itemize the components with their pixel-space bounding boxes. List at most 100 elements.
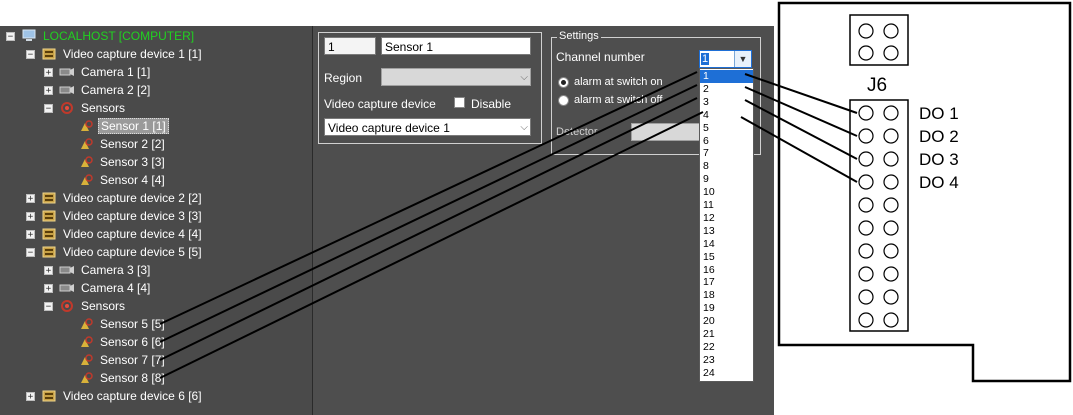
alarm-off-radio[interactable] [558, 95, 569, 106]
tree-node-s7[interactable]: Sensor 7 [7] [78, 351, 167, 369]
region-select[interactable]: ⌵ [381, 68, 531, 86]
detector-field[interactable] [631, 123, 701, 141]
alarm-on-radio[interactable] [558, 77, 569, 88]
tree-node-sensors1[interactable]: − Sensors [44, 99, 127, 117]
tree-node-vcd1[interactable]: − Video capture device 1 [1] [26, 45, 204, 63]
expand-icon[interactable]: + [44, 283, 53, 293]
sensor-icon [78, 371, 94, 385]
tree-node-cam2[interactable]: + Camera 2 [2] [44, 81, 152, 99]
tree-label: Video capture device 6 [6] [63, 389, 202, 403]
collapse-icon[interactable]: − [26, 247, 35, 257]
channel-option[interactable]: 9 [700, 173, 753, 186]
channel-option[interactable]: 2 [700, 83, 753, 96]
pin-icon [858, 174, 874, 190]
tree-node-cam1[interactable]: + Camera 1 [1] [44, 63, 152, 81]
tree-label: Camera 4 [4] [81, 281, 151, 295]
pin-icon [883, 128, 899, 144]
capture-card-icon [41, 245, 57, 259]
channel-option[interactable]: 7 [700, 147, 753, 160]
pin-icon [858, 105, 874, 121]
vcd-label: Video capture device [324, 97, 436, 111]
pin-icon [858, 45, 874, 61]
channel-option[interactable]: 14 [700, 238, 753, 251]
expand-icon[interactable]: + [26, 193, 35, 203]
disable-checkbox[interactable] [454, 97, 465, 108]
tree-node-vcd4[interactable]: + Video capture device 4 [4] [26, 225, 204, 243]
expand-icon[interactable]: + [44, 85, 53, 95]
channel-option[interactable]: 21 [700, 328, 753, 341]
tree-label: Video capture device 5 [5] [63, 245, 202, 259]
disable-label: Disable [471, 97, 512, 111]
expand-icon[interactable]: + [26, 391, 35, 401]
tree-node-sensors2[interactable]: − Sensors [44, 297, 127, 315]
channel-dropdown-list[interactable]: 1 2 3 4 5 6 7 8 9 10 11 12 13 14 15 16 17 18 19 20 21 22 23 24 [699, 68, 754, 382]
tree-node-vcd3[interactable]: + Video capture device 3 [3] [26, 207, 204, 225]
tree-node-vcd2[interactable]: + Video capture device 2 [2] [26, 189, 204, 207]
pin-icon [883, 243, 899, 259]
pin-icon [858, 289, 874, 305]
pin-icon [858, 151, 874, 167]
tree-node-cam3[interactable]: + Camera 3 [3] [44, 261, 152, 279]
channel-option[interactable]: 24 [700, 367, 753, 380]
channel-option[interactable]: 4 [700, 109, 753, 122]
tree-node-vcd5[interactable]: − Video capture device 5 [5] [26, 243, 204, 261]
channel-option[interactable]: 18 [700, 289, 753, 302]
vcd-select[interactable]: Video capture device 1 ⌵ [324, 118, 531, 136]
tree-node-s5[interactable]: Sensor 5 [5] [78, 315, 167, 333]
collapse-icon[interactable]: − [44, 103, 53, 113]
channel-option[interactable]: 22 [700, 341, 753, 354]
pin-icon [883, 45, 899, 61]
tree-node-s4[interactable]: Sensor 4 [4] [78, 171, 167, 189]
j6-pins [858, 105, 899, 328]
pin-icon [858, 312, 874, 328]
channel-option[interactable]: 1 [700, 70, 753, 83]
channel-number-label: Channel number [556, 50, 645, 64]
channel-option[interactable]: 19 [700, 302, 753, 315]
device-tree: − LOCALHOST [COMPUTER] − Video capture d… [0, 26, 313, 415]
channel-option[interactable]: 6 [700, 135, 753, 148]
tree-node-s8[interactable]: Sensor 8 [8] [78, 369, 167, 387]
channel-option[interactable]: 3 [700, 96, 753, 109]
collapse-icon[interactable]: − [6, 31, 15, 41]
channel-option[interactable]: 13 [700, 225, 753, 238]
pin-icon [883, 151, 899, 167]
vcd-select-value: Video capture device 1 [328, 121, 450, 135]
channel-option[interactable]: 10 [700, 186, 753, 199]
channel-option[interactable]: 15 [700, 251, 753, 264]
chevron-down-icon[interactable]: ▼ [734, 51, 751, 67]
expand-icon[interactable]: + [44, 265, 53, 275]
pin-icon [883, 174, 899, 190]
channel-number-select[interactable]: 1 ▼ [699, 50, 752, 68]
tree-node-s2[interactable]: Sensor 2 [2] [78, 135, 167, 153]
channel-option[interactable]: 16 [700, 264, 753, 277]
channel-option[interactable]: 23 [700, 354, 753, 367]
channel-option[interactable]: 5 [700, 122, 753, 135]
channel-option[interactable]: 12 [700, 212, 753, 225]
tree-label: Video capture device 2 [2] [63, 191, 202, 205]
tree-node-s1[interactable]: Sensor 1 [1] [78, 117, 169, 135]
small-header [849, 14, 909, 66]
tree-node-root[interactable]: − LOCALHOST [COMPUTER] [6, 27, 196, 45]
channel-option[interactable]: 11 [700, 199, 753, 212]
settings-group-title: Settings [557, 30, 601, 42]
expand-icon[interactable]: + [26, 211, 35, 221]
expand-icon[interactable]: + [44, 67, 53, 77]
tree-node-cam4[interactable]: + Camera 4 [4] [44, 279, 152, 297]
channel-option[interactable]: 20 [700, 315, 753, 328]
pin-icon [858, 128, 874, 144]
tree-node-s6[interactable]: Sensor 6 [6] [78, 333, 167, 351]
channel-option[interactable]: 17 [700, 276, 753, 289]
collapse-icon[interactable]: − [26, 49, 35, 59]
tree-label: Sensor 2 [2] [100, 137, 165, 151]
sensor-icon [78, 155, 94, 169]
name-field[interactable]: Sensor 1 [381, 37, 531, 55]
channel-option[interactable]: 8 [700, 160, 753, 173]
expand-icon[interactable]: + [26, 229, 35, 239]
tree-label: Video capture device 4 [4] [63, 227, 202, 241]
id-field[interactable]: 1 [324, 37, 376, 55]
tree-node-vcd6[interactable]: + Video capture device 6 [6] [26, 387, 204, 405]
sensor-icon [78, 317, 94, 331]
collapse-icon[interactable]: − [44, 301, 53, 311]
capture-card-icon [41, 209, 57, 223]
tree-node-s3[interactable]: Sensor 3 [3] [78, 153, 167, 171]
